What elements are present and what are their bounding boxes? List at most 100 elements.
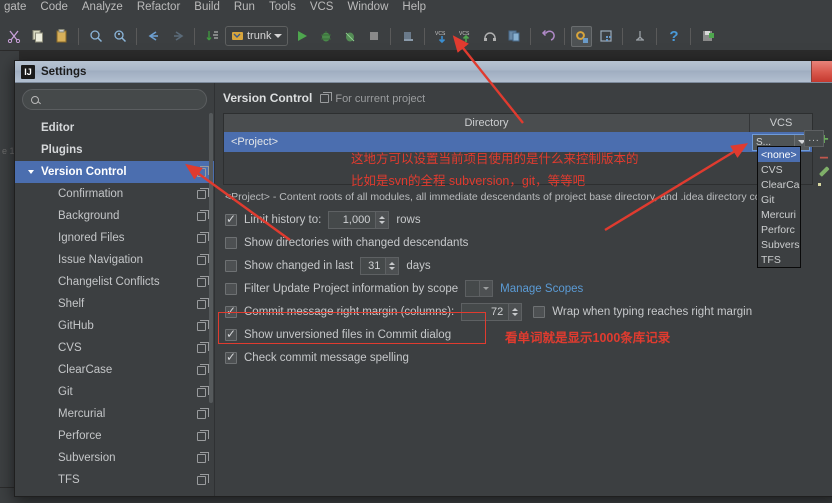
- project-structure-icon[interactable]: [595, 26, 616, 47]
- close-icon[interactable]: [811, 61, 832, 82]
- menu-item-help[interactable]: Help: [402, 0, 426, 18]
- show-changed-in-last-checkbox[interactable]: [225, 259, 237, 272]
- vcs-option-git[interactable]: Git: [758, 192, 800, 207]
- spinner-down-icon[interactable]: [512, 312, 519, 316]
- spinner-buttons[interactable]: [508, 303, 522, 320]
- show-changed-days-spinner[interactable]: 31: [360, 256, 400, 275]
- profile-icon[interactable]: [397, 26, 418, 47]
- show-unversioned-files-checkbox[interactable]: [225, 327, 237, 341]
- commit-margin-spinner[interactable]: 72: [461, 302, 523, 321]
- menu-item-run[interactable]: Run: [234, 0, 255, 18]
- run-coverage-icon[interactable]: [339, 26, 360, 47]
- sidebar-item-background[interactable]: Background: [15, 205, 214, 227]
- vcs-option-perforc[interactable]: Perforc: [758, 222, 800, 237]
- sidebar-item-plugins[interactable]: Plugins: [15, 139, 214, 161]
- cut-icon[interactable]: [3, 26, 24, 47]
- vcs-sync-icon[interactable]: [201, 26, 222, 47]
- forward-arrow-icon[interactable]: [167, 26, 188, 47]
- vcs-option-clearca[interactable]: ClearCa: [758, 177, 800, 192]
- manage-scopes-link[interactable]: Manage Scopes: [500, 283, 583, 295]
- filter-update-by-scope-checkbox[interactable]: [225, 282, 237, 295]
- spinner-buttons[interactable]: [385, 257, 399, 274]
- sidebar-item-git[interactable]: Git: [15, 381, 214, 403]
- settings-icon[interactable]: [571, 25, 593, 47]
- save-all-icon[interactable]: [697, 26, 718, 47]
- menu-item-gate[interactable]: gate: [4, 0, 26, 18]
- spinner-down-icon[interactable]: [389, 266, 396, 270]
- sidebar-item-changelist-conflicts[interactable]: Changelist Conflicts: [15, 271, 214, 293]
- spinner-buttons[interactable]: [375, 211, 389, 228]
- sidebar-item-clearcase[interactable]: ClearCase: [15, 359, 214, 381]
- spinner-up-icon[interactable]: [512, 307, 519, 311]
- menu-item-refactor[interactable]: Refactor: [137, 0, 180, 18]
- vcs-dropdown-popup[interactable]: <none> CVS ClearCa Git Mercuri Perforc Subvers…: [757, 146, 801, 268]
- find-usages-icon[interactable]: [109, 26, 130, 47]
- vcs-update-icon[interactable]: VCS: [431, 26, 452, 47]
- project-scope-icon: [197, 187, 209, 199]
- sidebar-item-subversion[interactable]: Subversion: [15, 447, 214, 469]
- sidebar-item-tfs[interactable]: TFS: [15, 469, 214, 491]
- menu-item-tools[interactable]: Tools: [269, 0, 296, 18]
- sidebar-item-issue-navigation[interactable]: Issue Navigation: [15, 249, 214, 271]
- show-dirs-changed-descendants-checkbox[interactable]: [225, 236, 237, 249]
- paste-icon[interactable]: [51, 26, 72, 47]
- branch-label: trunk: [247, 30, 272, 42]
- vcs-option-cvs[interactable]: CVS: [758, 162, 800, 177]
- spinner-up-icon[interactable]: [389, 261, 396, 265]
- scope-combo[interactable]: [465, 280, 494, 297]
- search-input[interactable]: [44, 93, 198, 106]
- undo-icon[interactable]: [537, 26, 558, 47]
- run-icon[interactable]: [291, 26, 312, 47]
- sdk-icon[interactable]: [629, 26, 650, 47]
- sidebar-item-perforce[interactable]: Perforce: [15, 425, 214, 447]
- wrap-when-typing-checkbox[interactable]: [533, 305, 546, 318]
- limit-history-spinner[interactable]: 1,000: [328, 210, 390, 229]
- vcs-option-mercuri[interactable]: Mercuri: [758, 207, 800, 222]
- vcs-compare-icon[interactable]: [503, 26, 524, 47]
- check-commit-message-spelling-checkbox[interactable]: [225, 350, 237, 364]
- limit-history-checkbox[interactable]: [225, 212, 237, 226]
- commit-message-right-margin-checkbox[interactable]: [225, 304, 237, 318]
- search-box[interactable]: [22, 89, 207, 110]
- sidebar-scrollbar[interactable]: [209, 113, 213, 403]
- menu-item-build[interactable]: Build: [194, 0, 220, 18]
- scope-combo-toggle[interactable]: [479, 281, 493, 296]
- vcs-history-icon[interactable]: [479, 26, 500, 47]
- menu-item-window[interactable]: Window: [347, 0, 388, 18]
- sidebar-item-confirmation[interactable]: Confirmation: [15, 183, 214, 205]
- sidebar-item-cvs[interactable]: CVS: [15, 337, 214, 359]
- debug-icon[interactable]: [315, 26, 336, 47]
- sidebar-item-github[interactable]: GitHub: [15, 315, 214, 337]
- vcs-commit-icon[interactable]: VCS: [455, 26, 476, 47]
- vcs-configure-button[interactable]: ...: [804, 130, 824, 147]
- menu-item-vcs[interactable]: VCS: [310, 0, 334, 18]
- back-arrow-icon[interactable]: [143, 26, 164, 47]
- search-icon[interactable]: [85, 26, 106, 47]
- sidebar-item-shelf[interactable]: Shelf: [15, 293, 214, 315]
- spinner-down-icon[interactable]: [379, 220, 386, 224]
- dialog-title: Settings: [41, 65, 87, 78]
- sidebar-item-mercurial[interactable]: Mercurial: [15, 403, 214, 425]
- vcs-option-tfs[interactable]: TFS: [758, 252, 800, 267]
- sidebar-item-build-execution-deployment[interactable]: Build, Execution, Deployment: [15, 491, 214, 496]
- branch-selector[interactable]: trunk: [225, 26, 289, 46]
- stop-icon[interactable]: [363, 26, 384, 47]
- column-header-vcs: VCS: [769, 117, 793, 129]
- menu-item-code[interactable]: Code: [40, 0, 68, 18]
- sidebar-item-version-control[interactable]: Version Control: [15, 161, 214, 183]
- project-scope-icon: [197, 275, 209, 287]
- menu-item-analyze[interactable]: Analyze: [82, 0, 123, 18]
- sidebar-item-ignored-files[interactable]: Ignored Files: [15, 227, 214, 249]
- project-scope-icon: [320, 91, 333, 103]
- chevron-down-icon[interactable]: [28, 170, 34, 174]
- sidebar-item-label: Shelf: [58, 298, 85, 310]
- sidebar-item-editor[interactable]: Editor: [15, 117, 214, 139]
- spinner-up-icon[interactable]: [379, 215, 386, 219]
- copy-icon[interactable]: [27, 26, 48, 47]
- help-icon[interactable]: ?: [663, 26, 684, 47]
- show-changed-days-value: 31: [368, 259, 381, 272]
- vcs-option-none[interactable]: <none>: [758, 147, 800, 162]
- vcs-option-subvers[interactable]: Subvers: [758, 237, 800, 252]
- edit-icon[interactable]: [818, 173, 830, 186]
- remove-icon[interactable]: −: [819, 151, 828, 167]
